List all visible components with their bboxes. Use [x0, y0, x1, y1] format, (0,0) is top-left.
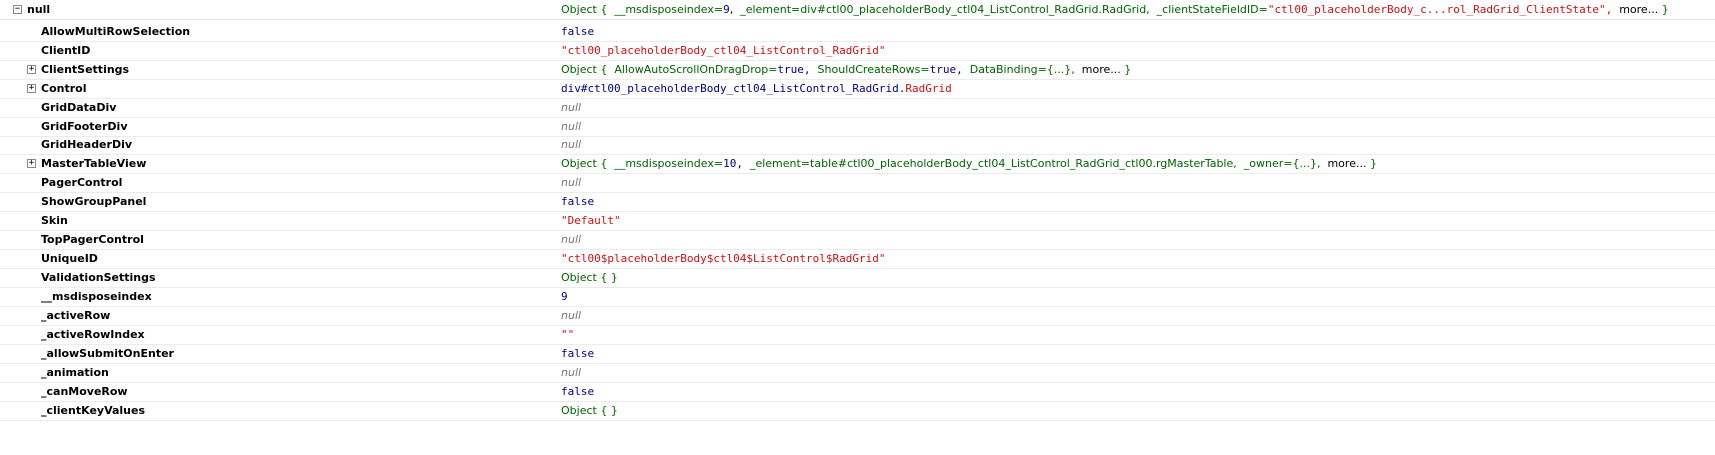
tree-key: GridFooterDiv — [41, 120, 128, 133]
tree-row-expandable[interactable]: + MasterTableView Object { __msdisposein… — [0, 154, 1715, 174]
tree-key: AllowMultiRowSelection — [41, 25, 191, 38]
tree-key: PagerControl — [41, 176, 123, 189]
tree-value: null — [561, 176, 582, 189]
tree-value: null — [561, 366, 582, 379]
tree-key: UniqueID — [41, 252, 98, 265]
expand-icon[interactable]: + — [27, 65, 36, 74]
tree-value: "ctl00_placeholderBody_ctl04_ListControl… — [561, 44, 886, 57]
tree-value: null — [561, 101, 582, 114]
tree-value[interactable]: Object { AllowAutoScrollOnDragDrop=true,… — [561, 63, 1131, 76]
expand-icon[interactable]: + — [27, 84, 36, 93]
tree-value: "Default" — [561, 214, 621, 227]
tree-row-root[interactable]: − null Object { __msdisposeindex=9, _ele… — [0, 0, 1715, 20]
tree-row[interactable]: Skin "Default" — [0, 211, 1715, 231]
tree-key: Control — [41, 82, 87, 95]
expand-icon[interactable]: + — [27, 159, 36, 168]
tree-value[interactable]: Object { } — [561, 404, 618, 417]
tree-key: _canMoveRow — [41, 385, 128, 398]
tree-key: _animation — [41, 366, 109, 379]
tree-value: 9 — [561, 290, 568, 303]
tree-row-expandable[interactable]: + ClientSettings Object { AllowAutoScrol… — [0, 60, 1715, 80]
tree-row[interactable]: ShowGroupPanel false — [0, 192, 1715, 212]
tree-row[interactable]: _allowSubmitOnEnter false — [0, 344, 1715, 364]
tree-row[interactable]: TopPagerControl null — [0, 230, 1715, 250]
tree-key: GridDataDiv — [41, 101, 117, 114]
tree-row[interactable]: _animation null — [0, 363, 1715, 383]
tree-value: "" — [561, 328, 575, 341]
tree-value[interactable]: Object { __msdisposeindex=9, _element=di… — [561, 3, 1669, 16]
tree-value: false — [561, 195, 595, 208]
tree-row[interactable]: PagerControl null — [0, 173, 1715, 193]
tree-key: TopPagerControl — [41, 233, 144, 246]
tree-value[interactable]: div#ctl00_placeholderBody_ctl04_ListCont… — [561, 82, 952, 95]
more-link[interactable]: more... — [1619, 3, 1658, 16]
tree-row[interactable]: __msdisposeindex 9 — [0, 287, 1715, 307]
object-label: Object { — [561, 3, 608, 16]
tree-key: GridHeaderDiv — [41, 138, 133, 151]
element-link: div#ctl00_placeholderBody_ctl04_ListCont… — [561, 82, 906, 95]
tree-key: __msdisposeindex — [41, 290, 152, 303]
collapse-icon[interactable]: − — [13, 5, 22, 14]
more-link[interactable]: more... — [1327, 157, 1366, 170]
tree-key: MasterTableView — [41, 157, 147, 170]
tree-value: false — [561, 347, 595, 360]
tree-row[interactable]: _clientKeyValues Object { } — [0, 401, 1715, 421]
tree-key: _allowSubmitOnEnter — [41, 347, 174, 360]
tree-row[interactable]: _activeRow null — [0, 306, 1715, 326]
tree-row[interactable]: _canMoveRow false — [0, 382, 1715, 402]
tree-row[interactable]: AllowMultiRowSelection false — [0, 22, 1715, 42]
tree-row[interactable]: ValidationSettings Object { } — [0, 268, 1715, 288]
tree-row[interactable]: GridDataDiv null — [0, 98, 1715, 118]
tree-key: _clientKeyValues — [41, 404, 146, 417]
tree-row-expandable[interactable]: + Control div#ctl00_placeholderBody_ctl0… — [0, 79, 1715, 99]
tree-key: _activeRow — [41, 309, 111, 322]
tree-value: false — [561, 25, 595, 38]
tree-key: ValidationSettings — [41, 271, 156, 284]
tree-row[interactable]: UniqueID "ctl00$placeholderBody$ctl04$Li… — [0, 249, 1715, 269]
tree-row[interactable]: GridHeaderDiv null — [0, 135, 1715, 155]
tree-value: null — [561, 233, 582, 246]
tree-key: _activeRowIndex — [41, 328, 145, 341]
tree-key: ClientID — [41, 44, 91, 57]
tree-row[interactable]: ClientID "ctl00_placeholderBody_ctl04_Li… — [0, 41, 1715, 61]
tree-key: null — [27, 3, 51, 16]
tree-value[interactable]: Object { } — [561, 271, 618, 284]
more-link[interactable]: more... — [1082, 63, 1121, 76]
tree-value: null — [561, 138, 582, 151]
tree-key: ClientSettings — [41, 63, 130, 76]
tree-value: false — [561, 385, 595, 398]
tree-key: Skin — [41, 214, 68, 227]
tree-row[interactable]: GridFooterDiv null — [0, 117, 1715, 137]
tree-row[interactable]: _activeRowIndex "" — [0, 325, 1715, 345]
tree-value: "ctl00$placeholderBody$ctl04$ListControl… — [561, 252, 886, 265]
tree-key: ShowGroupPanel — [41, 195, 147, 208]
tree-value: null — [561, 309, 582, 322]
tree-value[interactable]: Object { __msdisposeindex=10, _element=t… — [561, 157, 1377, 170]
tree-value: null — [561, 120, 582, 133]
